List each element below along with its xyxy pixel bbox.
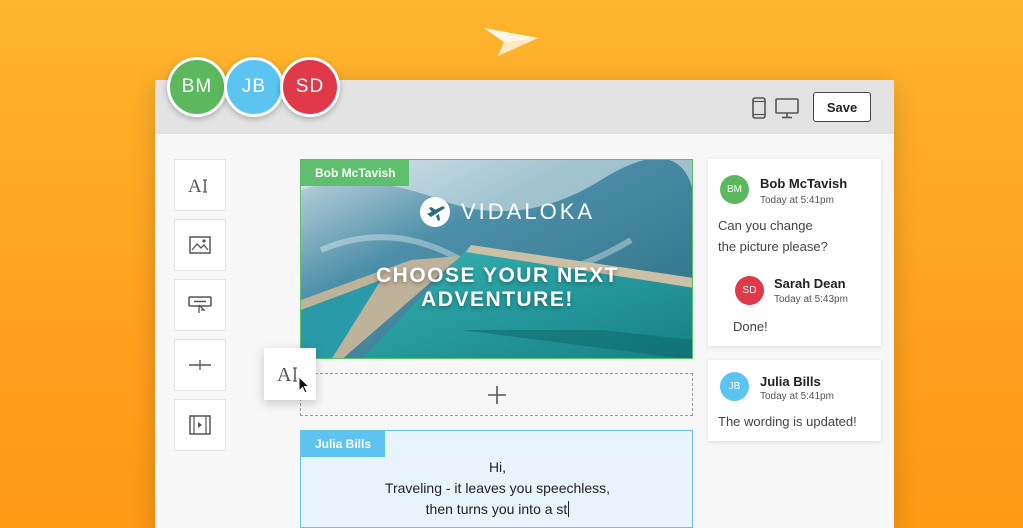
comment-thread: JB Julia Bills Today at 5:41pm The wordi…	[708, 360, 881, 441]
text-icon: A	[188, 176, 207, 195]
text-line-partial: then turns you into a st	[425, 501, 568, 517]
hero-headline: CHOOSE YOUR NEXT ADVENTURE!	[376, 264, 619, 311]
airplane-icon	[420, 197, 450, 227]
reply-timestamp: Today at 5:43pm	[774, 294, 848, 305]
comment-text: Can you change the picture please?	[718, 215, 828, 257]
comment-thread: BM Bob McTavish Today at 5:41pm Can you …	[708, 159, 881, 346]
save-button[interactable]: Save	[813, 92, 871, 122]
brand-name: VIDALOKA	[461, 199, 596, 224]
block-author-tag: Julia Bills	[301, 431, 386, 457]
comment-author: Bob McTavish	[760, 176, 848, 191]
desktop-icon[interactable]	[775, 97, 799, 119]
button-icon	[188, 296, 212, 313]
video-tool[interactable]	[174, 399, 226, 451]
paper-plane-logo	[484, 28, 538, 56]
reply-author: Sarah Dean	[774, 276, 846, 291]
comment-avatar: BM	[720, 175, 749, 204]
svg-text:A: A	[277, 364, 292, 385]
brand-logo: VIDALOKA	[419, 196, 595, 228]
plus-icon	[487, 385, 506, 404]
text-tool[interactable]: A	[174, 159, 226, 211]
text-block-content[interactable]: Hi, Traveling - it leaves you speechless…	[301, 457, 694, 520]
divider-icon	[189, 360, 211, 370]
svg-text:A: A	[188, 176, 202, 195]
text-caret	[568, 501, 570, 517]
text-block[interactable]: Julia Bills Hi, Traveling - it leaves yo…	[300, 430, 693, 528]
button-tool[interactable]	[174, 279, 226, 331]
collaborator-avatar[interactable]: JB	[224, 57, 284, 117]
comment-timestamp: Today at 5:41pm	[760, 195, 834, 206]
drop-zone[interactable]	[300, 373, 693, 416]
text-line: Traveling - it leaves you speechless,	[384, 480, 611, 496]
hero-image-block[interactable]: Bob McTavish VIDALOKA CHOOSE YOUR NEXT A…	[300, 159, 693, 359]
comment-timestamp: Today at 5:41pm	[760, 391, 834, 402]
pool-photo	[301, 160, 692, 358]
reply-avatar: SD	[735, 276, 764, 305]
divider-tool[interactable]	[174, 339, 226, 391]
comment-line: the picture please?	[718, 239, 828, 254]
comment-line: Can you change	[718, 218, 813, 233]
reply-text: Done!	[733, 319, 768, 334]
editor-window: Save A Bob McTavish VIDALOKA CHOOSE YOUR…	[155, 80, 894, 528]
mobile-icon[interactable]	[752, 97, 766, 119]
dragged-text-tool[interactable]: A	[264, 348, 316, 400]
comment-avatar: JB	[720, 372, 749, 401]
text-line: then turns you into a st	[301, 499, 694, 520]
image-tool[interactable]	[174, 219, 226, 271]
block-author-tag: Bob McTavish	[301, 160, 410, 186]
text-line: Hi,	[488, 459, 507, 475]
comment-text: The wording is updated!	[718, 414, 857, 429]
video-icon	[189, 415, 211, 435]
comment-author: Julia Bills	[760, 374, 821, 389]
collaborator-avatar[interactable]: SD	[280, 57, 340, 117]
image-icon	[189, 236, 211, 254]
collaborator-avatar[interactable]: BM	[167, 57, 227, 117]
cursor-icon	[298, 376, 310, 394]
